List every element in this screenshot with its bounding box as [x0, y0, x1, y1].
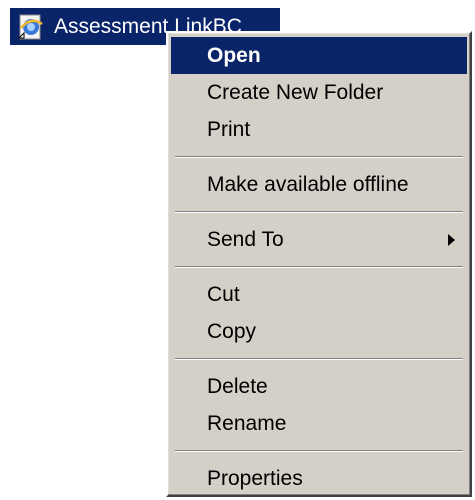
menu-item-properties[interactable]: Properties	[171, 460, 467, 497]
menu-item-open[interactable]: Open	[171, 37, 467, 74]
menu-item-label: Cut	[207, 282, 240, 306]
menu-item-delete[interactable]: Delete	[171, 368, 467, 405]
menu-item-label: Make available offline	[207, 172, 409, 196]
menu-item-label: Copy	[207, 319, 257, 343]
menu-separator	[171, 203, 467, 221]
menu-separator	[171, 442, 467, 460]
menu-item-create-new-folder[interactable]: Create New Folder	[171, 74, 467, 111]
menu-separator	[171, 258, 467, 276]
menu-item-cut[interactable]: Cut	[171, 276, 467, 313]
menu-item-label: Send To	[207, 227, 284, 251]
context-menu: Open Create New Folder Print Make availa…	[166, 31, 472, 497]
menu-separator	[171, 148, 467, 166]
menu-item-label: Open	[207, 43, 261, 67]
menu-separator	[171, 350, 467, 368]
menu-item-print[interactable]: Print	[171, 111, 467, 148]
menu-item-send-to[interactable]: Send To	[171, 221, 467, 258]
menu-item-make-available-offline[interactable]: Make available offline	[171, 166, 467, 203]
menu-item-copy[interactable]: Copy	[171, 313, 467, 350]
menu-item-label: Rename	[207, 411, 287, 435]
menu-item-label: Print	[207, 117, 251, 141]
submenu-arrow-icon	[448, 233, 455, 246]
menu-item-rename[interactable]: Rename	[171, 405, 467, 442]
menu-item-label: Properties	[207, 466, 303, 490]
desktop: Assessment LinkBC Open Create New Folder…	[0, 0, 475, 500]
internet-shortcut-icon	[16, 12, 46, 42]
menu-item-label: Delete	[207, 374, 268, 398]
menu-item-label: Create New Folder	[207, 80, 384, 104]
